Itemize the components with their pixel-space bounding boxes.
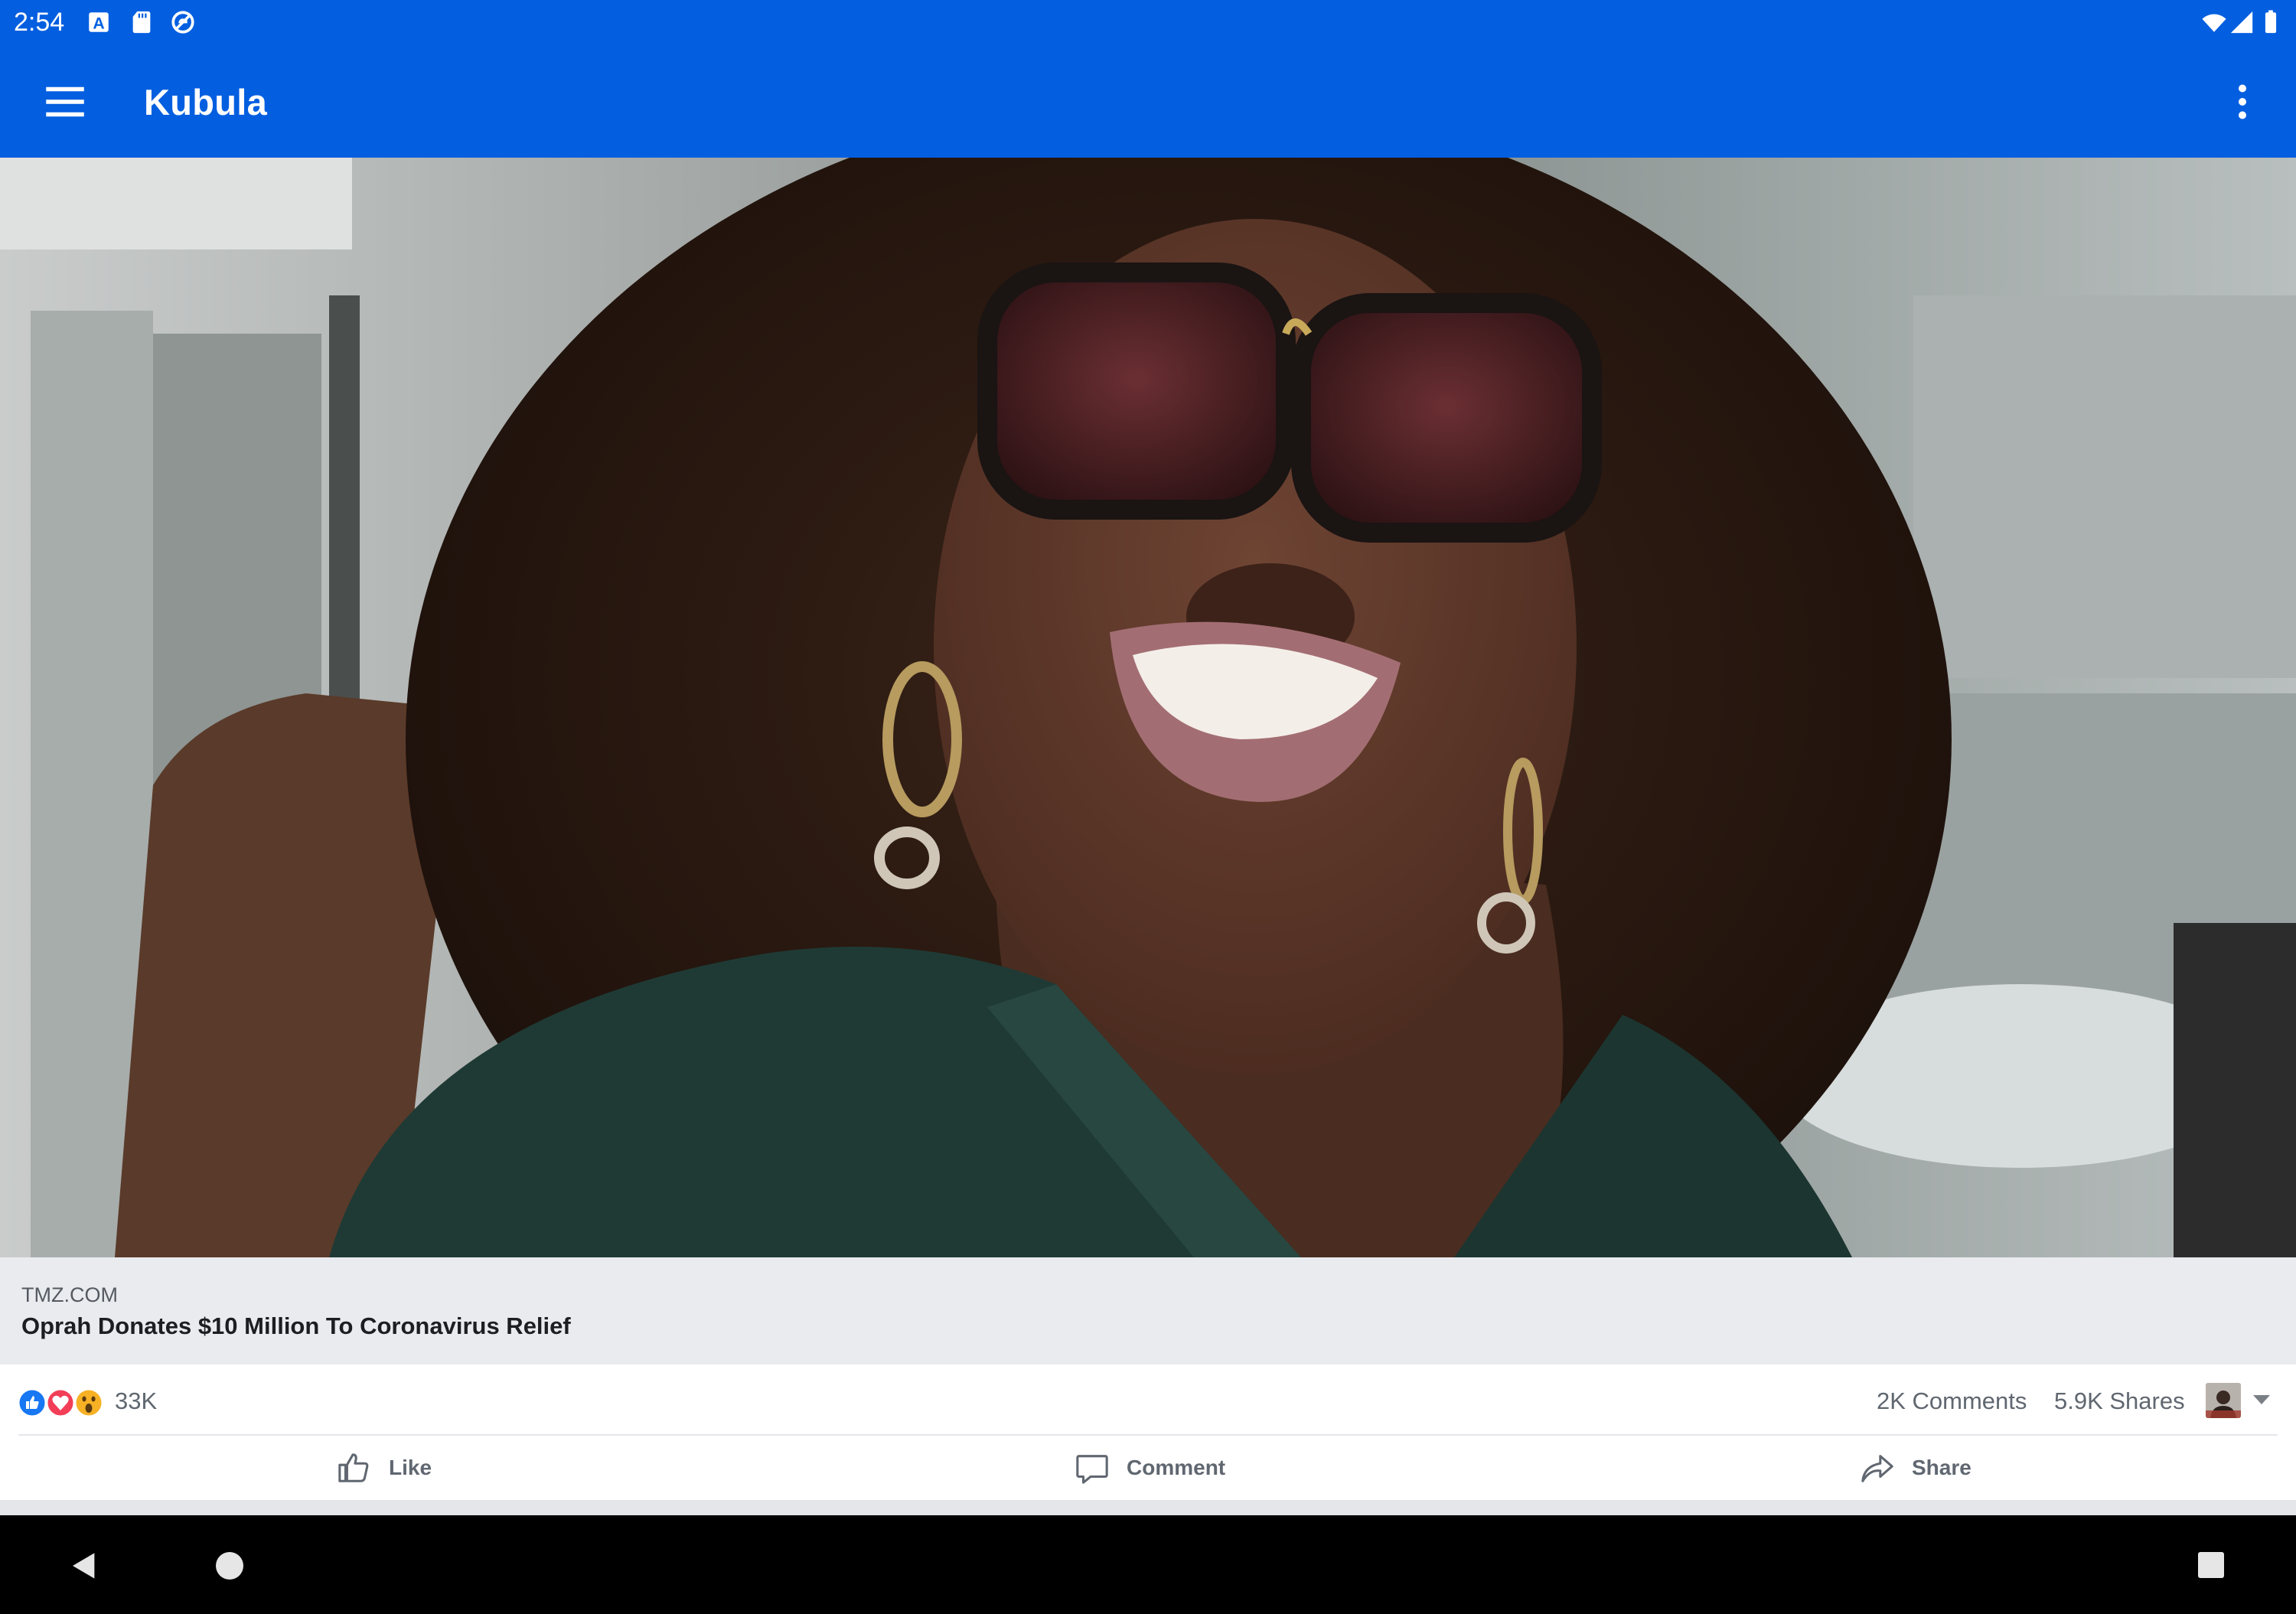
thumbs-up-icon xyxy=(338,1453,369,1482)
wifi-icon xyxy=(2202,14,2226,32)
like-button[interactable]: Like xyxy=(337,1443,432,1492)
love-reaction-icon xyxy=(45,1387,76,1418)
back-icon[interactable] xyxy=(69,1550,99,1581)
home-icon[interactable] xyxy=(216,1552,243,1580)
like-reaction-icon xyxy=(17,1387,47,1418)
comment-icon xyxy=(1076,1455,1108,1484)
comments-count[interactable]: 2K Comments xyxy=(1877,1387,2027,1415)
app-bar: Kubula xyxy=(0,46,2296,158)
recents-icon[interactable] xyxy=(2198,1552,2224,1578)
feed-gap xyxy=(0,1500,2296,1515)
share-label: Share xyxy=(1912,1456,1971,1479)
share-button[interactable]: Share xyxy=(1860,1443,1971,1492)
more-vertical-icon[interactable] xyxy=(2219,77,2265,127)
comment-label: Comment xyxy=(1127,1456,1226,1479)
post-actions: Like Comment Share xyxy=(0,1436,2296,1500)
hamburger-menu-icon[interactable] xyxy=(40,77,90,127)
comment-button[interactable]: Comment xyxy=(1075,1443,1225,1492)
shares-count[interactable]: 5.9K Shares xyxy=(2054,1387,2185,1415)
post-photo xyxy=(0,158,2296,1257)
reactions-summary[interactable] xyxy=(17,1387,109,1418)
post-image[interactable] xyxy=(0,158,2296,1257)
status-bar: 2:54 A xyxy=(0,0,2296,46)
link-preview[interactable]: TMZ.COM Oprah Donates $10 Million To Cor… xyxy=(0,1257,2296,1365)
reaction-count[interactable]: 33K xyxy=(115,1387,157,1415)
chevron-down-icon[interactable] xyxy=(2253,1395,2270,1404)
sd-card-icon xyxy=(132,11,151,34)
like-label: Like xyxy=(389,1456,432,1479)
svg-text:A: A xyxy=(93,15,104,33)
wow-reaction-icon xyxy=(73,1387,104,1418)
link-domain: TMZ.COM xyxy=(21,1283,118,1306)
post-stats: 33K 2K Comments 5.9K Shares xyxy=(0,1365,2296,1435)
signal-icon xyxy=(2230,11,2253,34)
avatar-image xyxy=(2206,1383,2241,1418)
sync-icon xyxy=(171,11,194,34)
link-title: Oprah Donates $10 Million To Coronavirus… xyxy=(21,1312,571,1339)
avatar[interactable] xyxy=(2206,1383,2241,1418)
share-icon xyxy=(1861,1455,1893,1482)
navigation-bar xyxy=(0,1515,2296,1614)
battery-icon xyxy=(2265,10,2277,34)
app-title: Kubula xyxy=(144,82,268,122)
status-time: 2:54 xyxy=(14,8,65,37)
font-a-icon: A xyxy=(89,12,109,33)
